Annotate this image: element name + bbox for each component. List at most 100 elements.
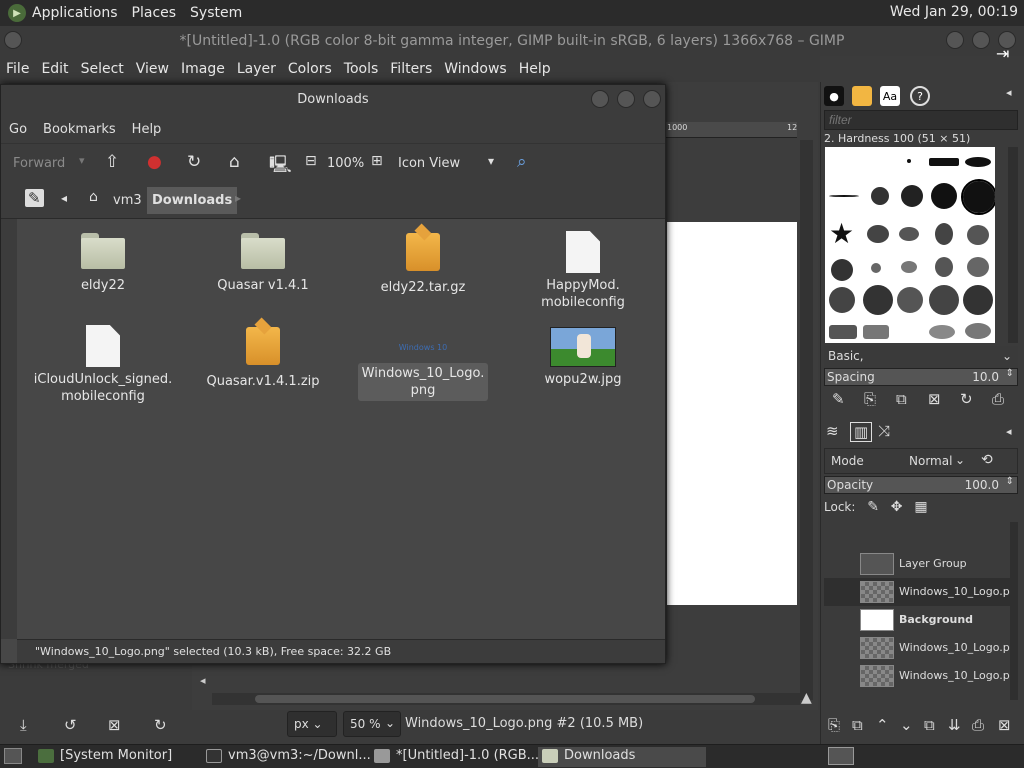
menu-colors[interactable]: Colors [288, 61, 332, 77]
paths-tab-icon[interactable]: ⤨ [878, 422, 890, 440]
layer-row-selected[interactable]: Windows_10_Logo.png [824, 578, 1010, 606]
menu-windows[interactable]: Windows [444, 61, 507, 77]
brushes-tab-icon[interactable]: ● [824, 86, 844, 106]
brush-scrollbar[interactable] [1008, 147, 1018, 343]
menu-file[interactable]: File [6, 61, 29, 77]
menu-places[interactable]: Places [132, 5, 177, 21]
mask-layer-icon[interactable]: ⎙ [972, 716, 984, 734]
icon-view[interactable]: eldy22 Quasar v1.4.1 eldy22.tar.gz Happy… [17, 219, 665, 639]
side-pane[interactable] [1, 219, 17, 639]
brush-swatch[interactable] [929, 325, 955, 339]
spin-arrows-icon[interactable]: ⇕ [1006, 368, 1014, 379]
brush-swatch[interactable] [935, 223, 953, 245]
save-icon[interactable]: ⤓ [20, 716, 27, 734]
merge-layer-icon[interactable]: ⇊ [948, 716, 961, 734]
computer-icon[interactable]: 🖳 [269, 152, 292, 181]
chevron-down-icon[interactable]: ▾ [488, 154, 494, 168]
layer-row[interactable]: Windows_10_Logo.png [824, 662, 1010, 690]
brush-swatch[interactable] [901, 185, 923, 207]
fonts-tab-icon[interactable]: Aa [880, 86, 900, 106]
path-segment-vm3[interactable]: vm3 [113, 193, 142, 208]
unit-select[interactable]: px ⌄ [287, 711, 337, 737]
path-segment-downloads[interactable]: Downloads [147, 187, 238, 214]
brush-swatch[interactable] [929, 158, 959, 166]
edit-location-icon[interactable]: ✎ [25, 189, 44, 207]
brush-swatch[interactable] [831, 259, 853, 281]
show-desktop-icon[interactable] [4, 748, 22, 764]
horizontal-ruler[interactable]: 1000 12 [665, 122, 797, 138]
applications-icon[interactable]: ▶ [8, 4, 26, 22]
dock-collapse-icon[interactable]: ⇥ [996, 44, 1009, 63]
help-tab-icon[interactable]: ? [910, 86, 930, 106]
refresh-brushes-icon[interactable]: ↻ [960, 390, 973, 408]
stop-icon[interactable]: ● [147, 152, 162, 172]
brush-swatch[interactable] [829, 325, 857, 339]
path-back-icon[interactable]: ◂ [61, 191, 67, 205]
reset-icon[interactable]: ↺ [64, 716, 77, 734]
view-mode-select[interactable]: Icon View [398, 156, 460, 171]
task-gimp[interactable]: *[Untitled]-1.0 (RGB... [370, 747, 539, 767]
lock-pixels-icon[interactable]: ✎ [867, 499, 879, 515]
menu-filters[interactable]: Filters [390, 61, 432, 77]
task-system-monitor[interactable]: [System Monitor] [34, 747, 200, 767]
selected-brush-swatch[interactable] [961, 179, 995, 215]
brush-swatch[interactable] [899, 227, 919, 241]
home-icon[interactable]: ⌂ [229, 152, 240, 172]
brush-swatch[interactable] [897, 287, 923, 313]
brush-swatch[interactable] [965, 323, 991, 339]
brush-swatch[interactable] [907, 159, 911, 163]
brush-swatch[interactable] [867, 225, 889, 243]
brush-grid[interactable]: ★ [825, 147, 995, 343]
star-brush-swatch[interactable]: ★ [829, 217, 854, 250]
task-downloads[interactable]: Downloads [538, 747, 706, 767]
brush-swatch[interactable] [967, 225, 989, 245]
fm-minimize-button[interactable] [591, 90, 609, 108]
edit-brush-icon[interactable]: ✎ [832, 390, 845, 408]
file-manager-titlebar[interactable]: Downloads [1, 85, 665, 115]
brush-swatch[interactable] [935, 257, 953, 277]
layers-list[interactable]: Layer Group Windows_10_Logo.png Backgrou… [824, 522, 1010, 700]
raise-layer-icon[interactable]: ⌃ [876, 716, 889, 734]
brush-swatch[interactable] [863, 325, 889, 339]
menu-system[interactable]: System [190, 5, 242, 21]
brush-preset-select[interactable]: Basic, ⌄ [824, 346, 1018, 368]
opacity-field[interactable]: Opacity 100.0 ⇕ [824, 476, 1018, 494]
menu-applications[interactable]: Applications [32, 5, 118, 21]
file-item-image[interactable]: wopu2w.jpg [513, 327, 653, 388]
brush-swatch[interactable] [829, 195, 859, 197]
new-brush-icon[interactable]: ⎘ [864, 390, 876, 408]
fm-maximize-button[interactable] [617, 90, 635, 108]
channels-tab-icon[interactable]: ▥ [850, 422, 873, 442]
zoom-out-icon[interactable]: ⊟ [305, 153, 317, 169]
menu-view[interactable]: View [136, 61, 169, 77]
fm-close-button[interactable] [643, 90, 661, 108]
file-item-image-selected[interactable]: Windows 10 Windows_10_Logo. png [353, 325, 493, 401]
brush-swatch[interactable] [931, 183, 957, 209]
layers-scrollbar[interactable] [1010, 522, 1018, 700]
lower-layer-icon[interactable]: ⌄ [900, 716, 913, 734]
clock[interactable]: Wed Jan 29, 00:19 [890, 4, 1018, 20]
mode-value[interactable]: Normal [909, 454, 952, 468]
open-brush-icon[interactable]: ⎙ [992, 390, 1004, 408]
fm-menu-help[interactable]: Help [132, 122, 162, 137]
patterns-tab-icon[interactable] [852, 86, 872, 106]
duplicate-brush-icon[interactable]: ⧉ [896, 390, 907, 408]
brush-swatch[interactable] [871, 263, 881, 273]
search-icon[interactable]: ⌕ [517, 152, 527, 172]
delete-brush-icon[interactable]: ⊠ [928, 390, 941, 408]
layer-row[interactable]: Layer Group [824, 550, 1010, 578]
brush-swatch[interactable] [863, 285, 893, 315]
task-terminal[interactable]: vm3@vm3:~/Downl... [202, 747, 371, 767]
layer-row[interactable]: Background [824, 606, 1010, 634]
zoom-in-icon[interactable]: ⊞ [371, 153, 383, 169]
file-item-document[interactable]: iCloudUnlock_signed. mobileconfig [33, 325, 173, 405]
brush-swatch[interactable] [967, 257, 989, 277]
workspace-switcher[interactable] [828, 747, 854, 765]
layer-mode-row[interactable]: Mode Normal ⌄ ⟲ [824, 448, 1018, 474]
spacing-field[interactable]: Spacing 10.0 ⇕ [824, 368, 1018, 386]
tab-menu-icon[interactable]: ◂ [1006, 86, 1012, 99]
layers-tab-menu-icon[interactable]: ◂ [1006, 425, 1012, 438]
delete-icon[interactable]: ⊠ [108, 716, 121, 734]
reload-icon[interactable]: ↻ [187, 152, 201, 172]
delete-layer-icon[interactable]: ⊠ [998, 716, 1011, 734]
